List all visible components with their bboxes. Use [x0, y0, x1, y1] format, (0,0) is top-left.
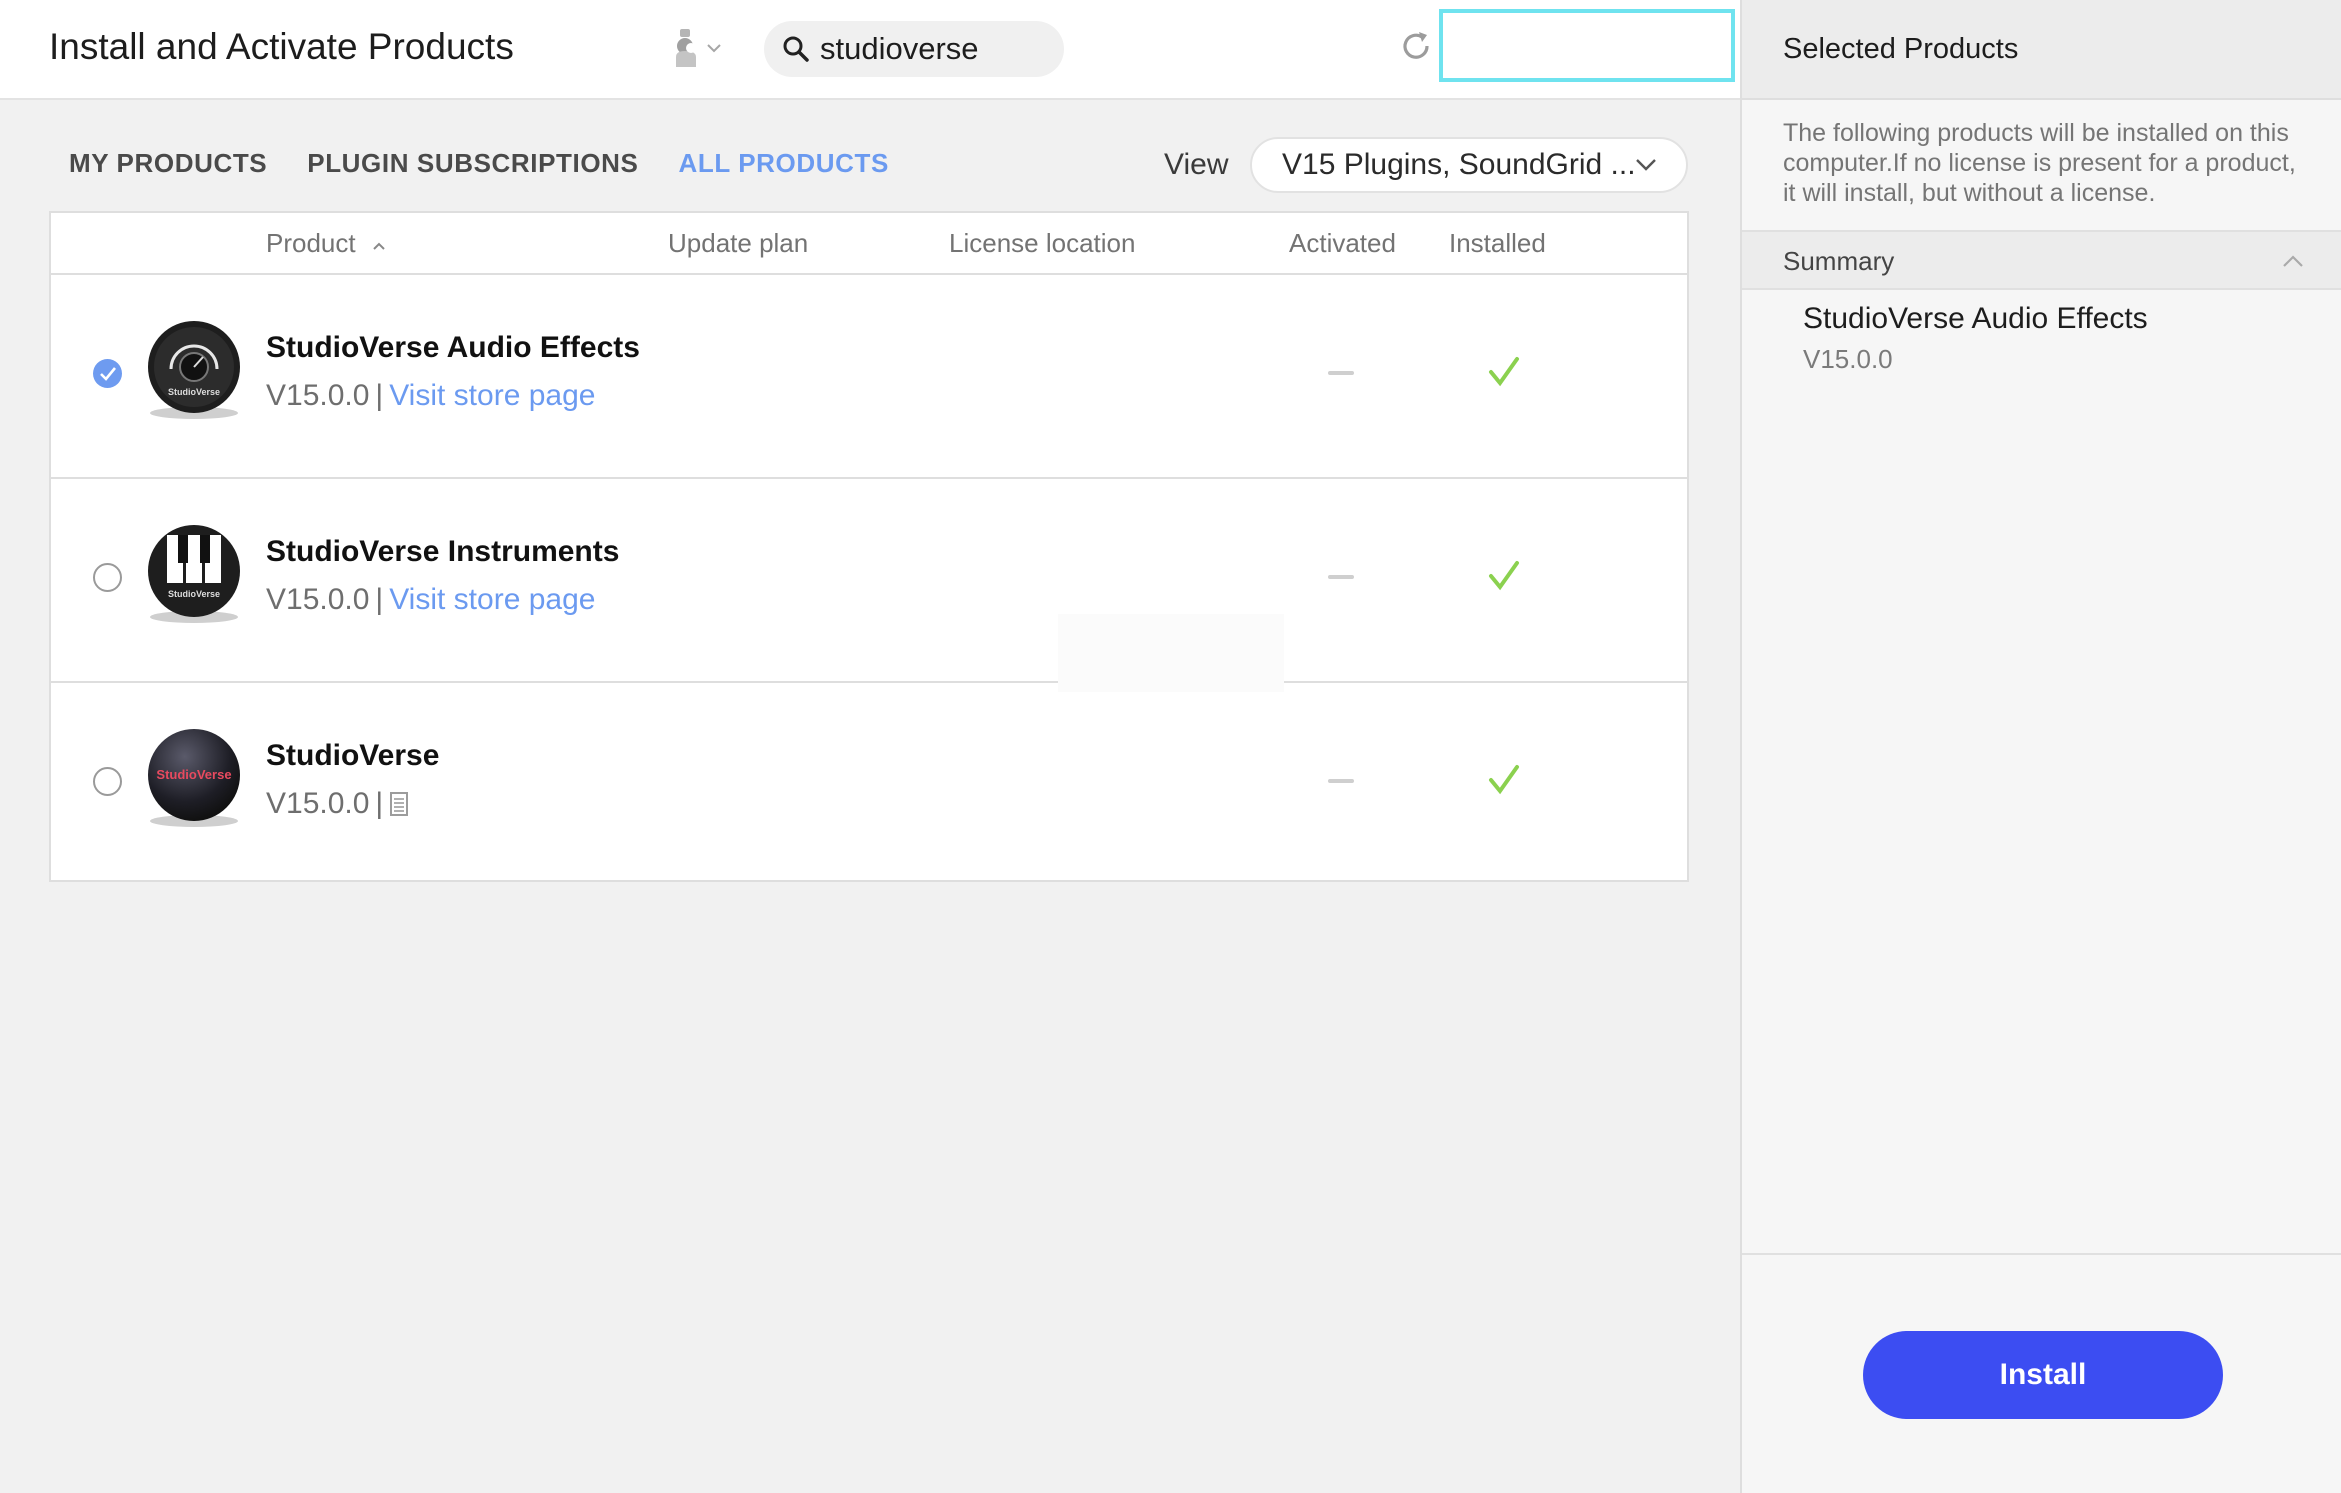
meta-separator: |: [375, 583, 384, 616]
product-meta: V15.0.0 |: [266, 787, 409, 821]
table-header: Product Update plan License location Act…: [51, 213, 1687, 275]
row-select-radio[interactable]: [93, 767, 122, 796]
summary-label: Summary: [1783, 246, 1895, 276]
table-row[interactable]: StudioVerse StudioVerse Instruments V15.…: [51, 479, 1687, 683]
product-name: StudioVerse Audio Effects: [266, 331, 640, 364]
studioverse-instruments-icon: StudioVerse: [148, 525, 240, 623]
row-select-radio[interactable]: [93, 563, 122, 592]
meta-separator: |: [375, 379, 384, 412]
search-input[interactable]: [820, 31, 1040, 67]
selected-products-panel: Selected Products The following products…: [1740, 0, 2341, 1493]
product-name: StudioVerse Instruments: [266, 535, 620, 568]
chevron-down-icon: [707, 44, 721, 53]
product-version: V15.0.0: [266, 379, 370, 412]
product-meta: V15.0.0 | Visit store page: [266, 379, 595, 413]
visit-store-link[interactable]: Visit store page: [389, 583, 595, 617]
sort-asc-icon: [373, 242, 385, 250]
view-label: View: [1164, 148, 1229, 181]
search-box[interactable]: [764, 21, 1064, 77]
refresh-icon: [1403, 32, 1429, 59]
main-panel: Install and Activate Products studiovers…: [0, 0, 1740, 1493]
document-icon[interactable]: [389, 791, 409, 817]
installed-check-icon: [1489, 765, 1519, 795]
side-panel-title: Selected Products: [1783, 33, 2019, 65]
chevron-down-icon: [1636, 159, 1656, 171]
icon-label: StudioVerse: [156, 767, 231, 782]
page-title: Install and Activate Products: [49, 26, 514, 67]
icon-label: StudioVerse: [168, 387, 220, 397]
installed-check-icon: [1489, 561, 1519, 591]
user-icon: [676, 29, 696, 67]
activated-dash: [1328, 779, 1354, 783]
view-dropdown[interactable]: V15 Plugins, SoundGrid ...: [1250, 137, 1688, 193]
install-button[interactable]: Install: [1863, 1331, 2223, 1419]
chevron-up-icon: [2283, 255, 2303, 267]
divider: [1742, 1253, 2341, 1255]
row-select-radio[interactable]: [93, 359, 122, 388]
products-table: Product Update plan License location Act…: [49, 211, 1689, 882]
side-panel-header: Selected Products: [1742, 0, 2341, 100]
meta-separator: |: [375, 787, 384, 820]
product-version: V15.0.0: [266, 787, 370, 820]
app-window: Install and Activate Products studiovers…: [0, 0, 2341, 1493]
user-menu-button[interactable]: [672, 24, 732, 72]
summary-item-version: V15.0.0: [1803, 344, 1893, 374]
refresh-button[interactable]: [1398, 28, 1438, 68]
product-meta: V15.0.0 | Visit store page: [266, 583, 595, 617]
activated-dash: [1328, 575, 1354, 579]
top-bar: Install and Activate Products: [0, 0, 1740, 100]
column-update-plan: Update plan: [668, 228, 809, 258]
highlight-box: [1439, 9, 1735, 82]
table-row[interactable]: StudioVerse StudioVerse Audio Effects V1…: [51, 275, 1687, 479]
tab-plugin-subscriptions[interactable]: PLUGIN SUBSCRIPTIONS: [307, 148, 638, 179]
summary-item-name: StudioVerse Audio Effects: [1803, 302, 2148, 335]
checkmark-icon: [100, 367, 117, 381]
activated-dash: [1328, 371, 1354, 375]
side-panel-description: The following products will be installed…: [1783, 119, 2296, 207]
tab-my-products[interactable]: MY PRODUCTS: [69, 148, 267, 179]
column-installed: Installed: [1449, 228, 1546, 258]
icon-label: StudioVerse: [168, 589, 220, 599]
visit-store-link[interactable]: Visit store page: [389, 379, 595, 413]
table-row[interactable]: StudioVerse StudioVerse V15.0.0 |: [51, 683, 1687, 887]
installed-check-icon: [1489, 357, 1519, 387]
studioverse-icon: StudioVerse: [148, 729, 240, 827]
search-icon: [783, 36, 809, 62]
column-activated: Activated: [1289, 228, 1396, 258]
product-version: V15.0.0: [266, 583, 370, 616]
product-tabs: MY PRODUCTS PLUGIN SUBSCRIPTIONS ALL PRO…: [69, 148, 889, 179]
studioverse-audio-effects-icon: StudioVerse: [148, 321, 240, 419]
column-product[interactable]: Product: [266, 228, 387, 259]
view-dropdown-value: V15 Plugins, SoundGrid ...: [1282, 148, 1636, 181]
tab-all-products[interactable]: ALL PRODUCTS: [679, 148, 889, 179]
summary-toggle[interactable]: Summary: [1742, 230, 2341, 290]
column-product-label: Product: [266, 228, 356, 258]
tooltip-placeholder: [1058, 614, 1284, 692]
product-name: StudioVerse: [266, 739, 440, 772]
column-license-location: License location: [949, 228, 1136, 258]
